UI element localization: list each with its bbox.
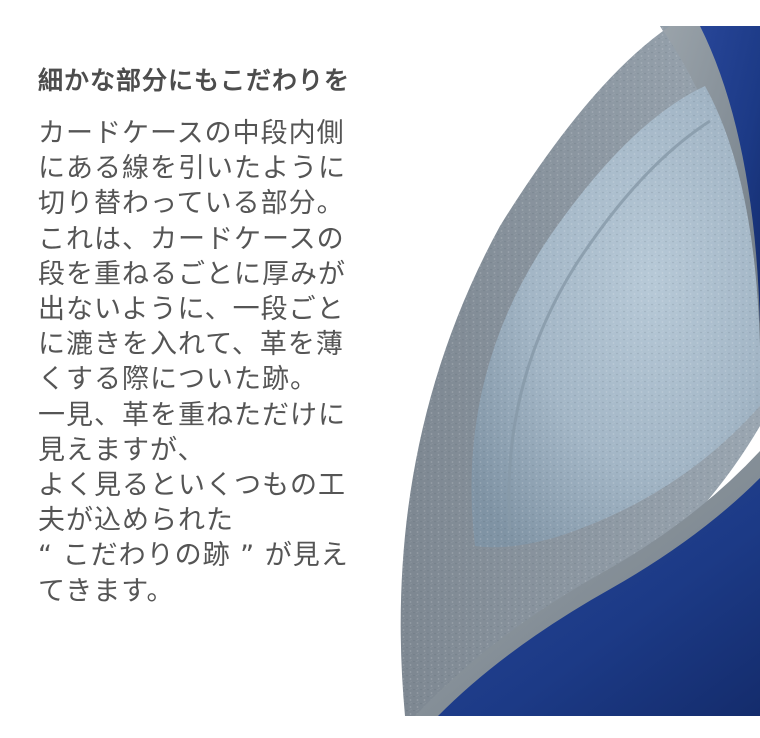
leather-card-case-photo bbox=[400, 26, 760, 716]
